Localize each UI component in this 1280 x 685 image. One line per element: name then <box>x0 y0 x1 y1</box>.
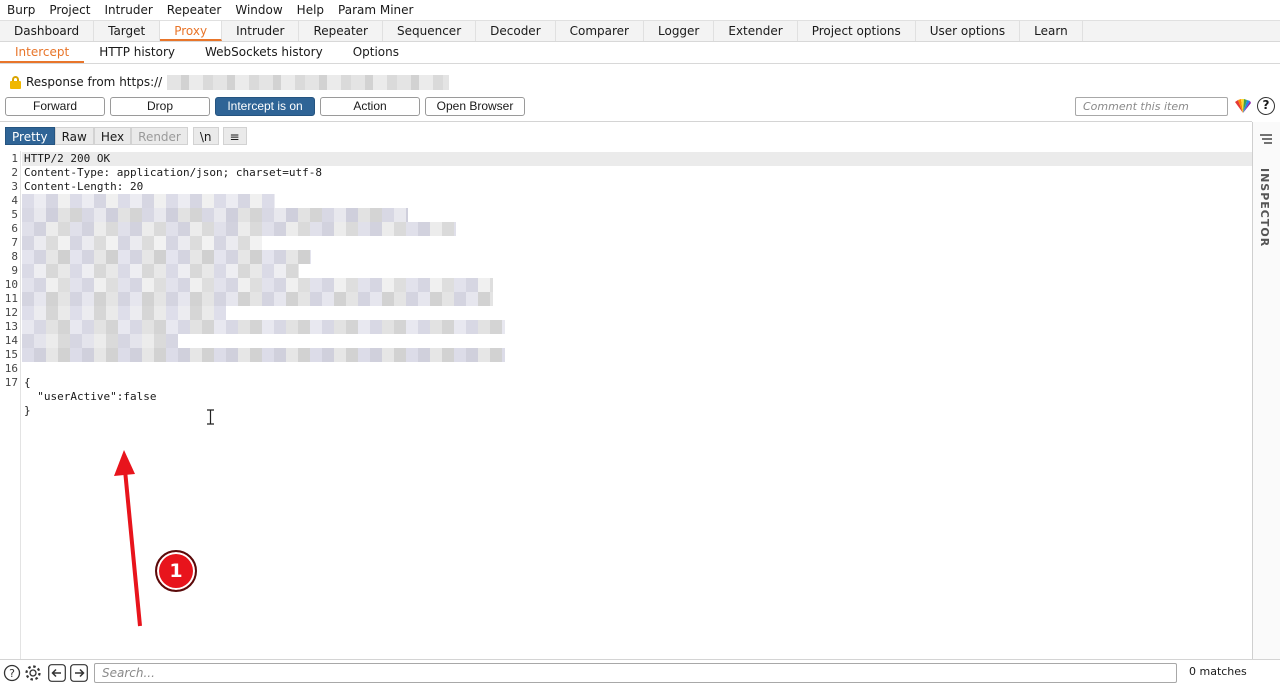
redacted-line <box>22 250 311 264</box>
tab-learn[interactable]: Learn <box>1020 21 1083 41</box>
response-header: Response from https:// <box>10 73 450 91</box>
match-count: 0 matches <box>1189 665 1247 678</box>
menu-repeater[interactable]: Repeater <box>160 0 229 20</box>
forward-button[interactable]: Forward <box>5 97 105 116</box>
action-button[interactable]: Action <box>320 97 420 116</box>
redacted-line <box>22 292 493 306</box>
code-line-content-length: Content-Length: 20 <box>24 180 144 193</box>
menu-burp[interactable]: Burp <box>0 0 42 20</box>
line-number: 14 <box>4 334 18 347</box>
redacted-line <box>22 348 505 362</box>
redacted-line <box>22 236 262 250</box>
redacted-url <box>167 74 450 90</box>
inspector-label[interactable]: INSPECTOR <box>1258 168 1271 247</box>
view-hex[interactable]: Hex <box>93 127 132 145</box>
menu-param-miner[interactable]: Param Miner <box>331 0 420 20</box>
svg-text:?: ? <box>9 667 15 680</box>
tab-options[interactable]: Options <box>338 42 414 63</box>
line-number: 16 <box>4 362 18 375</box>
lock-icon <box>10 75 21 89</box>
tab-intruder[interactable]: Intruder <box>222 21 300 41</box>
redacted-line <box>22 306 226 320</box>
view-raw[interactable]: Raw <box>54 127 94 145</box>
redacted-line <box>22 320 505 334</box>
help-icon[interactable]: ? <box>1257 97 1275 115</box>
tab-comparer[interactable]: Comparer <box>556 21 644 41</box>
line-number: 5 <box>11 208 18 221</box>
tab-project-options[interactable]: Project options <box>798 21 916 41</box>
line-number: 8 <box>11 250 18 263</box>
line-number-gutter: 1 2 3 4 5 6 7 8 9 10 11 12 13 14 15 16 1… <box>0 151 21 659</box>
menu-project[interactable]: Project <box>42 0 97 20</box>
drop-button[interactable]: Drop <box>110 97 210 116</box>
help-icon[interactable]: ? <box>3 664 21 682</box>
next-match-icon[interactable] <box>70 664 88 682</box>
line-number: 15 <box>4 348 18 361</box>
tab-intercept[interactable]: Intercept <box>0 42 85 63</box>
json-user-active: "userActive":false <box>24 390 157 403</box>
line-number: 11 <box>4 292 18 305</box>
line-number: 6 <box>11 222 18 235</box>
line-number: 17 <box>4 376 18 389</box>
redacted-line <box>22 278 493 292</box>
proxy-sub-tabs: Intercept HTTP history WebSockets histor… <box>0 42 1280 64</box>
line-number: 2 <box>11 166 18 179</box>
intercept-toggle-button[interactable]: Intercept is on <box>215 97 315 116</box>
menu-window[interactable]: Window <box>228 0 289 20</box>
response-label: Response from https:// <box>26 75 163 89</box>
comment-input[interactable]: Comment this item <box>1075 97 1228 116</box>
redacted-line <box>22 194 275 208</box>
editor-menu-icon[interactable]: ≡ <box>222 127 247 145</box>
annotation-badge: 1 <box>155 550 197 592</box>
inspector-menu-icon[interactable] <box>1259 133 1273 145</box>
previous-match-icon[interactable] <box>48 664 66 682</box>
tab-http-history[interactable]: HTTP history <box>84 42 190 63</box>
line-number: 9 <box>11 264 18 277</box>
newline-toggle[interactable]: \n <box>192 127 219 145</box>
json-close-brace: } <box>24 404 31 417</box>
text-cursor-icon <box>207 409 214 425</box>
menu-bar: Burp Project Intruder Repeater Window He… <box>0 0 1280 20</box>
line-number: 13 <box>4 320 18 333</box>
redacted-line <box>22 334 178 348</box>
search-input[interactable]: Search... <box>94 663 1177 683</box>
tab-dashboard[interactable]: Dashboard <box>0 21 95 41</box>
menu-help[interactable]: Help <box>290 0 331 20</box>
code-line-status: HTTP/2 200 OK <box>24 152 111 165</box>
line-number: 3 <box>11 180 18 193</box>
line-number: 1 <box>11 152 18 165</box>
tab-repeater[interactable]: Repeater <box>299 21 383 41</box>
tab-logger[interactable]: Logger <box>644 21 715 41</box>
tab-proxy[interactable]: Proxy <box>160 21 223 41</box>
menu-intruder[interactable]: Intruder <box>97 0 159 20</box>
tab-target[interactable]: Target <box>94 21 161 41</box>
line-number: 7 <box>11 236 18 249</box>
line-number: 10 <box>4 278 18 291</box>
search-bar: ? Search... 0 matches <box>0 659 1280 685</box>
view-pretty[interactable]: Pretty <box>5 127 55 145</box>
tab-user-options[interactable]: User options <box>916 21 1021 41</box>
view-render[interactable]: Render <box>131 127 188 145</box>
current-line-highlight <box>22 152 1252 166</box>
tab-websockets-history[interactable]: WebSockets history <box>190 42 338 63</box>
line-number: 12 <box>4 306 18 319</box>
annotation-arrow <box>114 450 142 627</box>
json-open-brace: { <box>24 376 31 389</box>
message-view-tabs: Pretty Raw Hex Render \n ≡ <box>5 127 247 145</box>
tab-sequencer[interactable]: Sequencer <box>383 21 477 41</box>
gear-icon[interactable] <box>24 664 42 682</box>
line-number: 4 <box>11 194 18 207</box>
redacted-line <box>22 264 299 278</box>
intercept-actions: Forward Drop Intercept is on Action Open… <box>5 97 525 116</box>
open-browser-button[interactable]: Open Browser <box>425 97 525 116</box>
main-tabs: Dashboard Target Proxy Intruder Repeater… <box>0 20 1280 42</box>
redacted-line <box>22 208 408 222</box>
tab-decoder[interactable]: Decoder <box>476 21 556 41</box>
divider <box>0 121 1252 122</box>
redacted-line <box>22 222 456 236</box>
tab-extender[interactable]: Extender <box>714 21 798 41</box>
code-line-content-type: Content-Type: application/json; charset=… <box>24 166 323 179</box>
highlight-color-icon[interactable] <box>1234 98 1252 114</box>
